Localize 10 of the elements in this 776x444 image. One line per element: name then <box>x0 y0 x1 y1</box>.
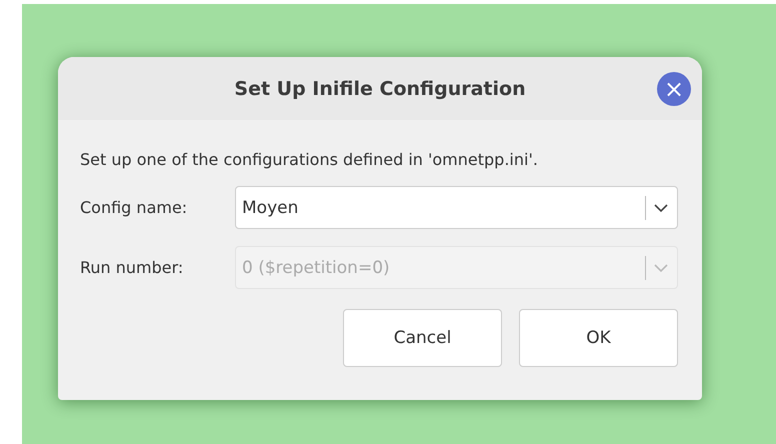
field-label: Run number: <box>80 258 184 277</box>
field-label: Config name: <box>80 198 188 217</box>
dropdown-field[interactable]: Moyen <box>235 186 678 229</box>
chevron-down-icon <box>654 262 668 272</box>
instruction-text: Set up one of the configurations defined in 'omnetpp.ini'. <box>80 150 539 169</box>
window-title: Set Up Inifile Configuration <box>234 78 526 100</box>
close-button[interactable]: × <box>657 72 691 106</box>
chevron-down-icon <box>654 202 668 212</box>
ok-button[interactable]: OK <box>519 309 678 367</box>
cancel-button[interactable]: Cancel <box>343 309 502 367</box>
